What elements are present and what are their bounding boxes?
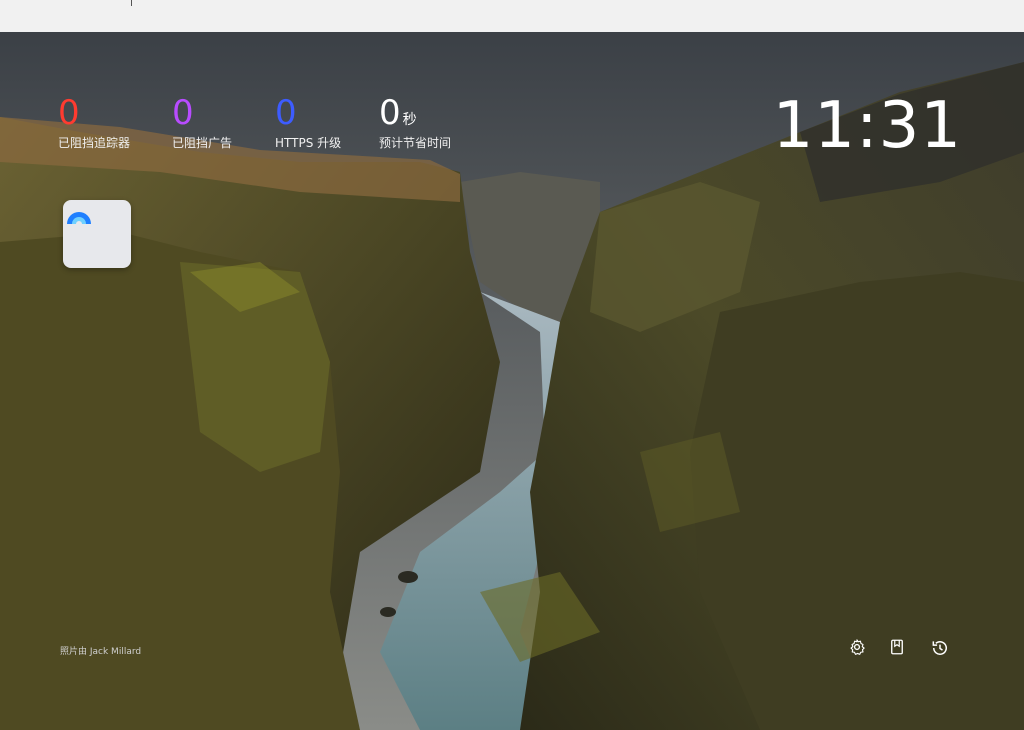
time-saved-unit: 秒 [402,112,417,128]
photo-credit[interactable]: 照片由 Jack Millard [60,644,141,657]
time-saved-value: 0 [379,93,401,133]
gear-icon [850,639,865,655]
history-button[interactable] [930,638,956,664]
bottom-toolbar [848,638,968,664]
stat-ads-blocked: 0 已阻挡广告 [172,94,232,151]
cursor-mark [131,0,136,6]
trackers-label: 已阻挡追踪器 [58,136,131,150]
settings-button[interactable] [848,638,874,664]
stat-trackers-blocked: 0 已阻挡追踪器 [58,94,130,151]
bookmark-icon [891,639,903,655]
top-site-tile[interactable] [63,200,131,268]
clock: 11:31 [772,89,962,163]
time-saved-label: 预计节省时间 [379,136,452,150]
ads-count: 0 [172,93,194,133]
background-wallpaper: 0 已阻挡追踪器 0 已阻挡广告 0 HTTPS 升级 0秒 预计节省时间 11… [0,32,1024,730]
history-icon [932,641,947,655]
https-count: 0 [275,93,297,133]
trackers-count: 0 [58,93,80,133]
bookmarks-button[interactable] [888,638,914,664]
stat-time-saved: 0秒 预计节省时间 [379,94,451,151]
stat-https-upgrades: 0 HTTPS 升级 [275,94,341,151]
globe-tile-icon [67,212,91,224]
privacy-stats: 0 已阻挡追踪器 0 已阻挡广告 0 HTTPS 升级 0秒 预计节省时间 [0,94,520,164]
ads-label: 已阻挡广告 [172,136,233,150]
https-label: HTTPS 升级 [275,136,342,150]
browser-top-bar [0,0,1024,33]
